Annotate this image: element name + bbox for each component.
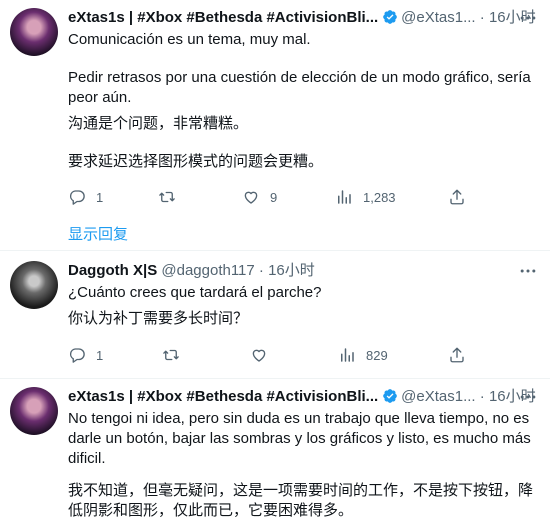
tweet-line: 沟通是个问题，非常糟糕。 [68, 115, 249, 132]
avatar[interactable] [10, 261, 58, 309]
separator-dot: · [479, 388, 485, 405]
tweet-line: No tengoi ni idea, pero sin duda es un t… [68, 410, 531, 467]
reply-button[interactable]: 1 [68, 187, 103, 207]
verified-badge-icon [383, 10, 397, 24]
views-count: 1,283 [363, 189, 396, 205]
avatar[interactable] [10, 8, 58, 56]
timestamp[interactable]: 16小时 [268, 262, 315, 279]
tweet-text: ¿Cuánto crees que tardará el parche? 你认为… [68, 283, 536, 329]
avatar[interactable] [10, 387, 58, 435]
views-icon [338, 190, 351, 204]
handle[interactable]: @eXtas1... [401, 9, 475, 26]
share-icon [450, 347, 464, 363]
more-icon[interactable] [518, 8, 538, 28]
tweet-line: 我不知道，但毫无疑问，这是一项需要时间的工作，不是按下按钮，降低阴影和图形，仅此… [68, 482, 534, 519]
separator-dot: · [258, 262, 264, 279]
more-icon[interactable] [518, 387, 538, 407]
handle[interactable]: @daggoth117 [161, 262, 254, 279]
like-button[interactable] [250, 345, 278, 365]
views-button[interactable]: 829 [338, 345, 388, 365]
tweet-2: Daggoth X|S @daggoth117 · 16小时 ¿Cuánto c… [0, 251, 550, 379]
action-bar: 1 9 1,283 [60, 187, 540, 207]
like-button[interactable]: 9 [242, 187, 277, 207]
tweet-header: eXtas1s | #Xbox #Bethesda #ActivisionBli… [68, 387, 536, 407]
tweet-line: ¿Cuánto crees que tardará el parche? [68, 284, 322, 301]
like-count: 9 [270, 189, 278, 205]
retweet-button[interactable] [162, 345, 190, 365]
tweet-header: Daggoth X|S @daggoth117 · 16小时 [68, 261, 315, 281]
display-name[interactable]: eXtas1s | #Xbox #Bethesda #ActivisionBli… [68, 9, 378, 26]
tweet-3: eXtas1s | #Xbox #Bethesda #ActivisionBli… [0, 379, 550, 519]
tweet-line: 你认为补丁需要多长时间？ [68, 310, 249, 327]
retweet-icon [159, 191, 175, 203]
more-icon[interactable] [518, 261, 538, 281]
tweet-line: Comunicación es un tema, muy mal. [68, 31, 311, 48]
display-name[interactable]: eXtas1s | #Xbox #Bethesda #ActivisionBli… [68, 388, 378, 405]
tweet-line: Pedir retrasos por una cuestión de elecc… [68, 69, 531, 106]
tweet-text: Comunicación es un tema, muy mal. Pedir … [68, 30, 536, 172]
display-name[interactable]: Daggoth X|S [68, 262, 157, 279]
tweet-header: eXtas1s | #Xbox #Bethesda #ActivisionBli… [68, 8, 536, 28]
handle[interactable]: @eXtas1... [401, 388, 475, 405]
share-button[interactable] [448, 187, 466, 207]
separator-dot: · [479, 9, 485, 26]
tweet-line: 要求延迟选择图形模式的问题会更糟。 [68, 153, 324, 170]
reply-button[interactable]: 1 [68, 345, 103, 365]
tweet-text: No tengoi ni idea, pero sin duda es un t… [68, 409, 536, 521]
share-button[interactable] [448, 345, 466, 365]
reply-icon [69, 190, 85, 205]
verified-badge-icon [383, 389, 397, 403]
retweet-icon [163, 349, 179, 361]
like-icon [252, 349, 266, 362]
views-icon [341, 348, 354, 362]
tweet-1: eXtas1s | #Xbox #Bethesda #ActivisionBli… [0, 0, 550, 250]
views-button[interactable]: 1,283 [335, 187, 396, 207]
show-replies-link[interactable]: 显示回复 [68, 223, 128, 244]
retweet-button[interactable] [158, 187, 186, 207]
share-icon [450, 189, 464, 205]
reply-count: 1 [96, 347, 104, 363]
views-count: 829 [366, 347, 388, 363]
like-icon [244, 191, 258, 204]
reply-icon [69, 348, 85, 363]
reply-count: 1 [96, 189, 104, 205]
action-bar: 1 829 [60, 345, 540, 365]
